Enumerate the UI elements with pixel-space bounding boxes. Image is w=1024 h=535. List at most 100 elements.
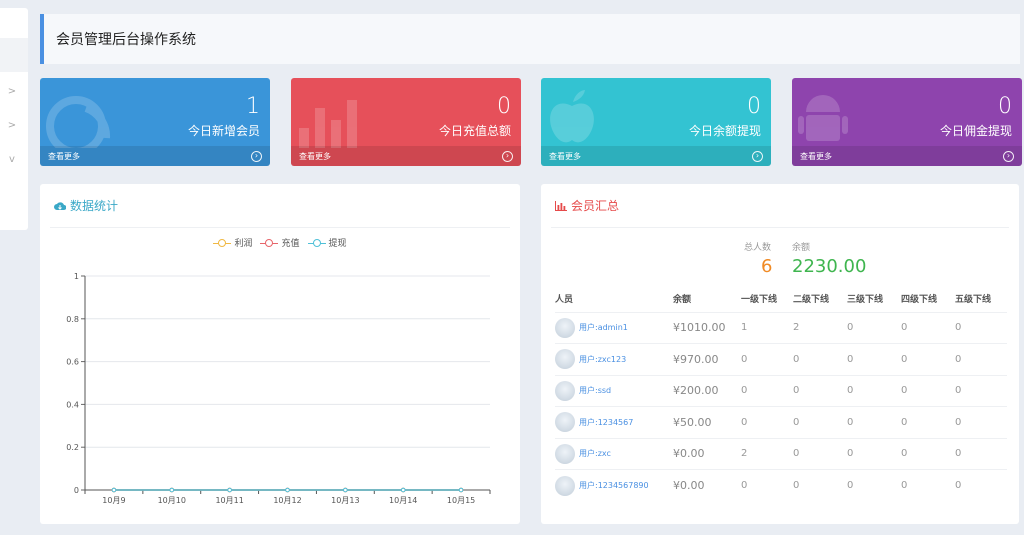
member-user-cell[interactable]: 用户:1234567 <box>555 406 673 438</box>
chevron-right-icon[interactable]: > <box>6 120 18 131</box>
member-balance: ¥0.00 <box>673 437 741 470</box>
view-more-link[interactable]: 查看更多 › <box>792 146 1022 166</box>
chevron-down-icon[interactable]: v <box>6 154 18 165</box>
level5-count: 0 <box>955 374 1007 407</box>
balance-label: 余额 <box>792 243 811 253</box>
x-tick-label: 10月12 <box>273 496 301 505</box>
member-username[interactable]: 用户:admin1 <box>579 322 628 333</box>
data-point <box>111 487 117 493</box>
level3-count: 0 <box>847 469 901 501</box>
stat-label: 今日佣金提现 <box>939 124 1012 138</box>
total-count-label: 总人数 <box>744 243 772 253</box>
table-row[interactable]: 用户:zxc123 ¥970.00 0 0 0 0 0 <box>555 343 1007 375</box>
legend-item-withdraw[interactable]: 提现 <box>307 236 347 249</box>
sidebar-item-active[interactable] <box>0 38 28 72</box>
stats-panel-header: 数据统计 <box>50 184 510 228</box>
level2-count: 0 <box>793 406 847 438</box>
level5-count: 0 <box>955 406 1007 438</box>
x-tick-label: 10月13 <box>331 496 359 505</box>
stat-label: 今日新增会员 <box>187 124 260 138</box>
stat-value: 0 <box>998 94 1012 119</box>
table-row[interactable]: 用户:ssd ¥200.00 0 0 0 0 0 <box>555 374 1007 407</box>
data-point <box>169 487 175 493</box>
level2-count: 0 <box>793 343 847 375</box>
level1-count: 2 <box>741 437 793 470</box>
level3-count: 0 <box>847 311 901 344</box>
legend-item-recharge[interactable]: 充值 <box>260 236 300 249</box>
stat-card-balance-withdraw[interactable]: 0 今日余额提现 查看更多 › <box>541 78 771 166</box>
member-balance: ¥50.00 <box>673 406 741 438</box>
y-tick-label: 0.4 <box>66 400 79 409</box>
members-panel: 会员汇总 总人数 6 余额 2230.00 人员 余额 一级下线 二级下线 三级… <box>541 184 1019 524</box>
level5-count: 0 <box>955 311 1007 344</box>
table-row[interactable]: 用户:1234567 ¥50.00 0 0 0 0 0 <box>555 406 1007 438</box>
member-user-cell[interactable]: 用户:zxc <box>555 437 673 470</box>
member-user-cell[interactable]: 用户:zxc123 <box>555 343 673 375</box>
member-username[interactable]: 用户:zxc123 <box>579 354 626 365</box>
member-user-cell[interactable]: 用户:ssd <box>555 374 673 407</box>
level5-count: 0 <box>955 343 1007 375</box>
y-tick-label: 0.2 <box>66 443 79 452</box>
level1-count: 0 <box>741 406 793 438</box>
arrow-right-circle-icon: › <box>251 150 262 162</box>
column-header: 五级下线 <box>955 295 992 306</box>
x-tick-label: 10月14 <box>389 496 417 505</box>
line-chart: 0 0.2 0.4 0.6 0.8 1 10月9 10月10 10月11 10月12 10月13 10… <box>66 272 491 505</box>
stat-value: 0 <box>497 94 511 119</box>
total-count-value: 6 <box>761 256 773 277</box>
avatar <box>555 317 575 338</box>
avatar <box>555 443 575 464</box>
column-header: 四级下线 <box>901 295 938 306</box>
bar-chart-icon <box>299 100 357 148</box>
level4-count: 0 <box>901 406 955 438</box>
data-point <box>285 487 290 493</box>
data-point <box>458 487 464 493</box>
legend-item-profit[interactable]: 利润 <box>213 236 252 249</box>
view-more-link[interactable]: 查看更多 › <box>40 146 270 166</box>
members-panel-header: 会员汇总 <box>551 184 1009 228</box>
stat-card-recharge-total[interactable]: 0 今日充值总额 查看更多 › <box>291 78 521 166</box>
members-panel-title: 会员汇总 <box>571 199 620 213</box>
stat-card-commission-withdraw[interactable]: 0 今日佣金提现 查看更多 › <box>792 78 1022 166</box>
chevron-right-icon[interactable]: > <box>6 86 18 97</box>
data-point <box>227 487 232 493</box>
column-header: 一级下线 <box>741 295 778 306</box>
view-more-label: 查看更多 <box>549 151 581 161</box>
member-balance: ¥970.00 <box>673 343 741 375</box>
member-user-cell[interactable]: 用户:admin1 <box>555 311 673 344</box>
y-tick-label: 1 <box>74 272 79 281</box>
members-table: 人员 余额 一级下线 二级下线 三级下线 四级下线 五级下线 用户:admin1… <box>555 286 1007 501</box>
stat-value: 0 <box>747 94 761 119</box>
column-header: 人员 <box>555 295 574 306</box>
stats-panel-title: 数据统计 <box>70 199 119 213</box>
column-header: 余额 <box>673 295 692 306</box>
member-balance: ¥0.00 <box>673 469 741 501</box>
member-username[interactable]: 用户:zxc <box>579 448 611 459</box>
table-row[interactable]: 用户:1234567890 ¥0.00 0 0 0 0 0 <box>555 469 1007 501</box>
level4-count: 0 <box>901 343 955 375</box>
level1-count: 0 <box>741 343 793 375</box>
view-more-link[interactable]: 查看更多 › <box>541 146 771 166</box>
member-user-cell[interactable]: 用户:1234567890 <box>555 469 673 501</box>
stat-card-new-members[interactable]: 1 今日新增会员 查看更多 › <box>40 78 270 166</box>
data-point <box>458 487 464 493</box>
data-point <box>227 487 232 493</box>
table-row[interactable]: 用户:admin1 ¥1010.00 1 2 0 0 0 <box>555 311 1007 344</box>
member-username[interactable]: 用户:1234567 <box>579 417 633 428</box>
level1-count: 0 <box>741 374 793 407</box>
gauge-icon <box>46 96 111 148</box>
level5-count: 0 <box>955 437 1007 470</box>
table-row[interactable]: 用户:zxc ¥0.00 2 0 0 0 0 <box>555 437 1007 470</box>
table-header-row: 人员 余额 一级下线 二级下线 三级下线 四级下线 五级下线 <box>555 286 1007 312</box>
data-point <box>343 487 348 493</box>
view-more-link[interactable]: 查看更多 › <box>291 146 521 166</box>
member-username[interactable]: 用户:1234567890 <box>579 480 649 491</box>
data-point <box>400 487 406 493</box>
member-username[interactable]: 用户:ssd <box>579 385 611 396</box>
bar-chart-icon <box>555 200 567 211</box>
avatar <box>555 412 575 433</box>
column-header: 二级下线 <box>793 295 830 306</box>
level3-count: 0 <box>847 343 901 375</box>
level3-count: 0 <box>847 406 901 438</box>
stat-label: 今日充值总额 <box>438 124 511 138</box>
